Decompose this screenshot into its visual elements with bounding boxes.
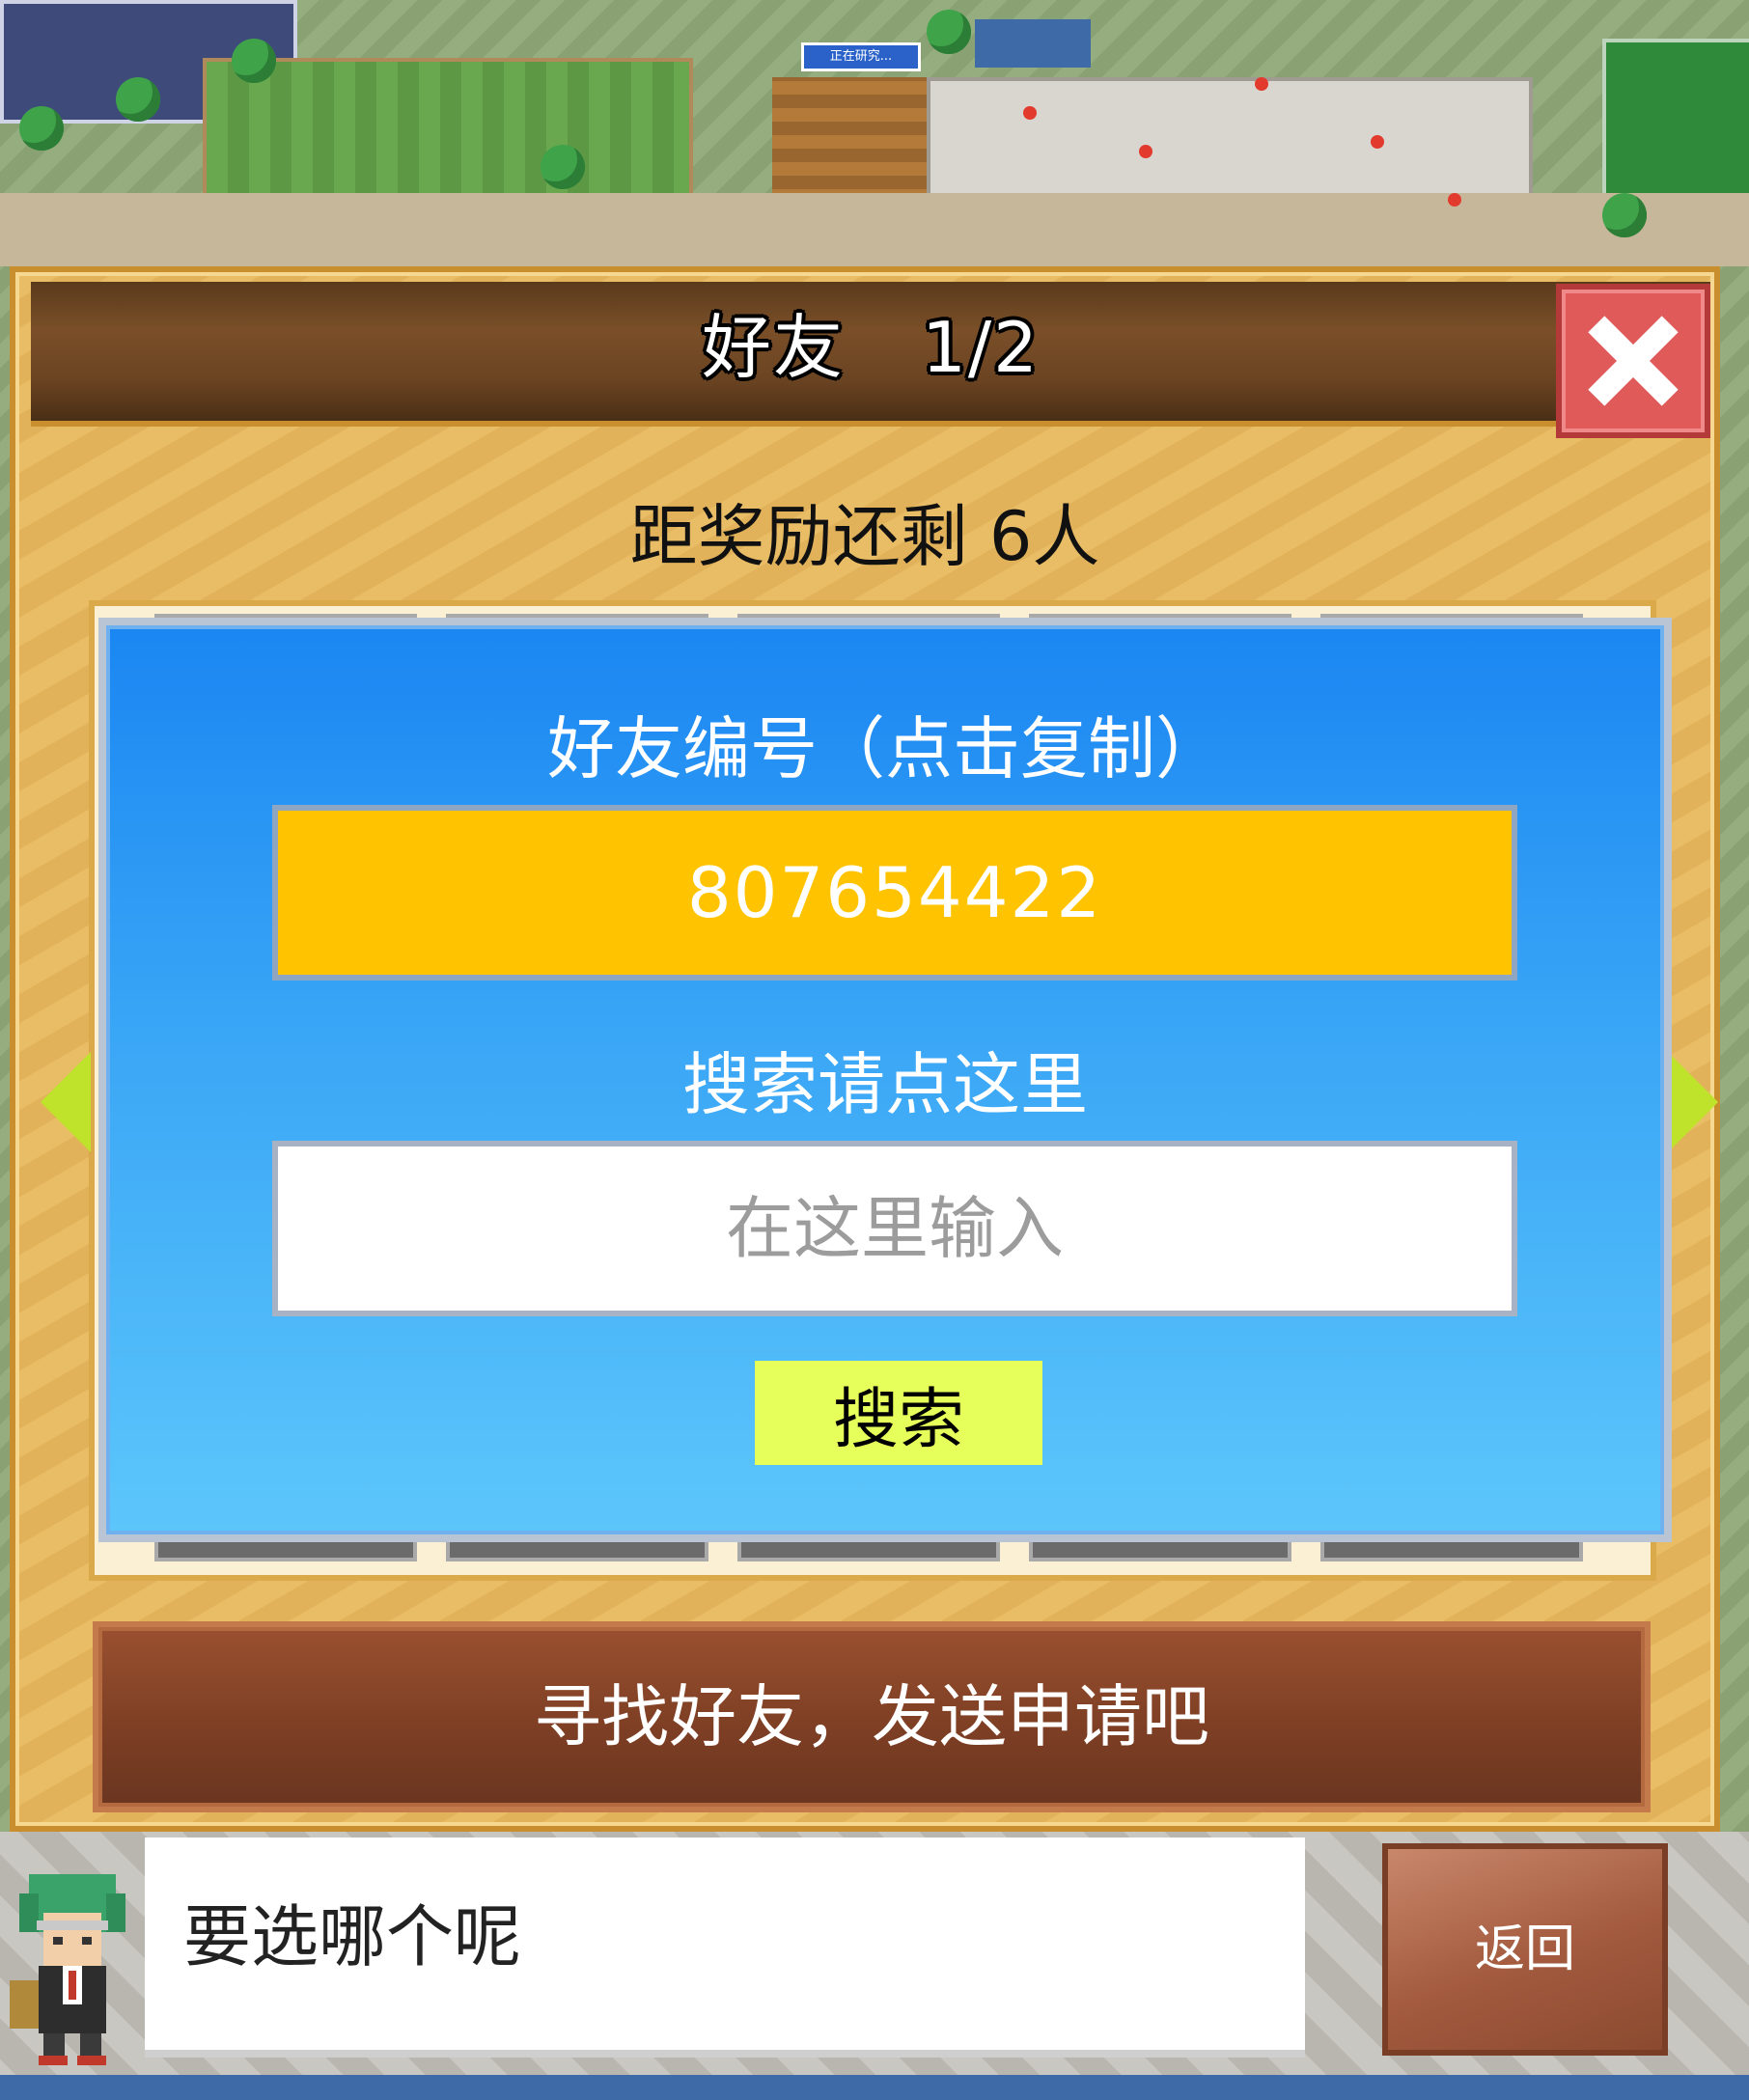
- hint-text: 寻找好友，发送申请吧: [534, 1677, 1209, 1756]
- fruit: [1371, 135, 1384, 149]
- pond: [975, 19, 1091, 68]
- back-button[interactable]: 返回: [1382, 1843, 1668, 2056]
- chevron-right-icon[interactable]: [1668, 1052, 1718, 1152]
- fruit: [1448, 193, 1461, 207]
- advisor-message: 要选哪个呢: [183, 1897, 521, 1976]
- page-indicator: 1/2: [922, 307, 1040, 388]
- tree: [116, 77, 160, 122]
- panel-title: 好友 1/2: [31, 282, 1710, 413]
- friend-id-dialog: 好友编号（点击复制） 807654422 搜索请点这里 搜索: [98, 618, 1672, 1542]
- fruit: [1139, 145, 1152, 158]
- friend-id-copy-button[interactable]: 807654422: [272, 805, 1517, 981]
- friend-id-label: 好友编号（点击复制）: [547, 709, 1223, 788]
- road: [0, 193, 1749, 266]
- research-status-chip: 正在研究...: [801, 42, 921, 71]
- title-label: 好友: [702, 307, 846, 388]
- friend-id-value: 807654422: [686, 852, 1103, 933]
- advisor-message-box: 要选哪个呢: [145, 1838, 1305, 2058]
- tree: [541, 145, 585, 189]
- fruit: [1023, 106, 1037, 120]
- reward-progress-text: 距奖励还剩 6人: [629, 497, 1100, 576]
- tree: [927, 10, 971, 54]
- search-input[interactable]: [272, 1141, 1517, 1316]
- close-button[interactable]: [1556, 284, 1710, 438]
- water-strip: [0, 2075, 1749, 2100]
- tree: [232, 39, 276, 83]
- title-bar: 好友 1/2: [31, 282, 1710, 427]
- sports-field: [1602, 39, 1749, 210]
- fruit: [1255, 77, 1268, 91]
- find-friends-hint-bar[interactable]: 寻找好友，发送申请吧: [93, 1621, 1651, 1812]
- tree: [19, 106, 64, 151]
- tree: [1602, 193, 1647, 237]
- advisor-avatar-icon: [10, 1874, 125, 2065]
- friends-panel: 好友 1/2 距奖励还剩 6人 好友编号（点击复制） 807654422 搜索请点…: [10, 266, 1720, 1832]
- back-button-label: 返回: [1474, 1920, 1575, 1978]
- search-label: 搜索请点这里: [682, 1045, 1088, 1124]
- chevron-left-icon[interactable]: [41, 1052, 91, 1152]
- search-button[interactable]: 搜索: [755, 1361, 1042, 1465]
